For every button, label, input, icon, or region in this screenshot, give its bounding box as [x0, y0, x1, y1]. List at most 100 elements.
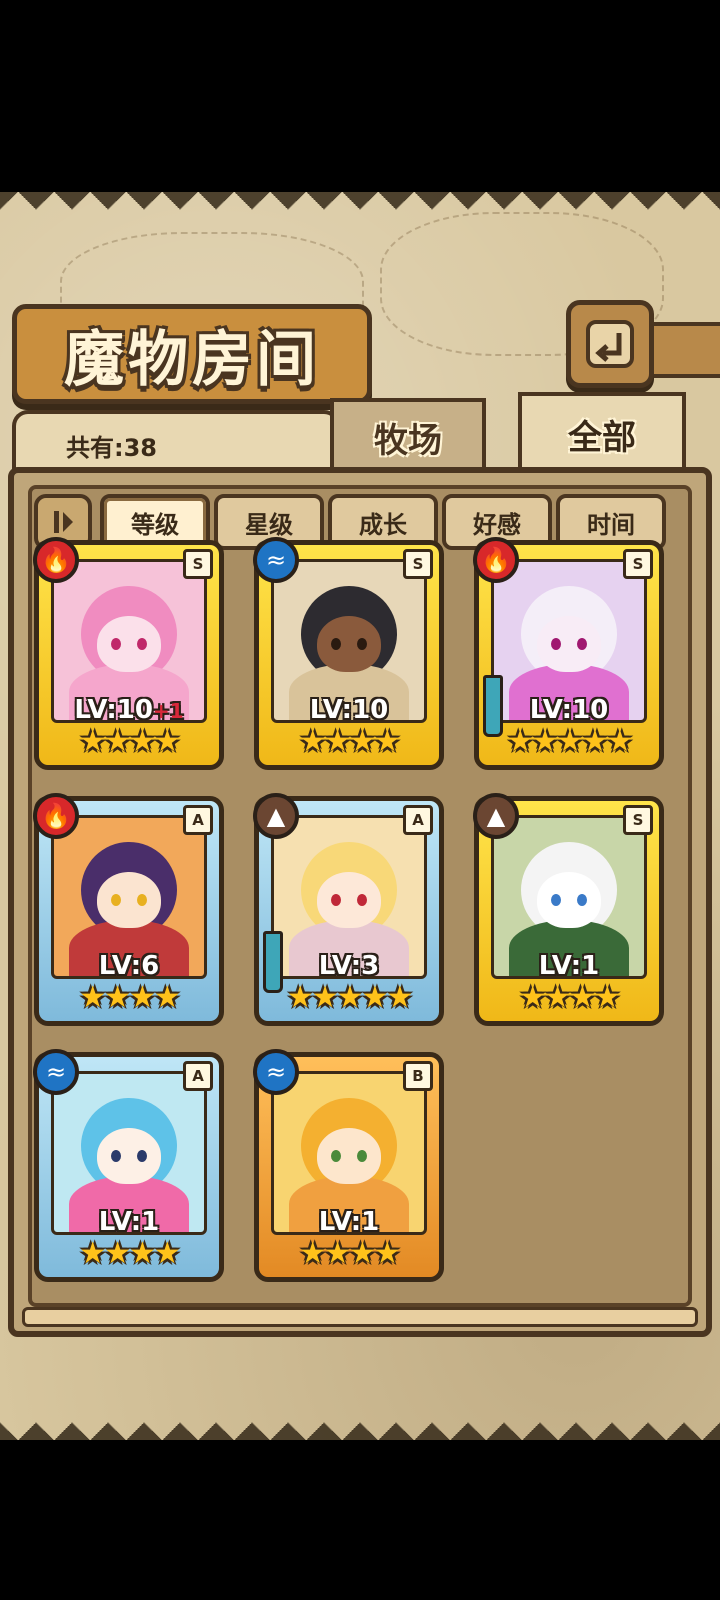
- star-icon: ★: [373, 724, 401, 759]
- monster-level: LV:6: [39, 951, 219, 981]
- monster-eye: [331, 1150, 341, 1162]
- rank-badge: S: [623, 805, 653, 835]
- monster-level: LV:1: [259, 1207, 439, 1237]
- star-icon: ★: [153, 724, 181, 759]
- back-arrow-icon: [586, 320, 634, 368]
- star-icon: ★: [324, 1236, 351, 1271]
- monster-eye: [137, 894, 147, 906]
- title-plate: 魔物房间: [12, 304, 372, 404]
- tab-all[interactable]: 全部: [518, 392, 686, 472]
- star-icon: ★: [79, 1236, 106, 1271]
- star-icon: ★: [606, 724, 633, 759]
- level-text: LV:10: [309, 695, 389, 725]
- monster-card[interactable]: A ▲ LV:3 ★★★★★: [253, 793, 444, 1026]
- tab-pasture[interactable]: 牧场: [330, 398, 486, 472]
- star-icon: ★: [286, 980, 314, 1015]
- monster-level: LV:3: [259, 951, 439, 981]
- level-text: LV:10: [529, 695, 609, 725]
- star-icon: ★: [349, 1236, 376, 1271]
- monster-eye: [551, 894, 561, 906]
- rank-badge: A: [403, 805, 433, 835]
- star-rating: ★★★★: [39, 724, 219, 759]
- star-icon: ★: [373, 1236, 401, 1271]
- rank-badge: S: [183, 549, 213, 579]
- sort-label: 好感: [473, 510, 521, 539]
- monster-eye: [577, 638, 587, 650]
- star-icon: ★: [129, 1236, 156, 1271]
- mountain-icon: ▲: [253, 793, 299, 839]
- monster-card[interactable]: S 🔥 LV:10+1 ★★★★: [33, 537, 224, 770]
- star-icon: ★: [519, 980, 546, 1015]
- water-waves-icon: ≈: [253, 537, 299, 583]
- fire-icon: 🔥: [473, 537, 519, 583]
- water-waves-icon: ≈: [253, 1049, 299, 1095]
- star-rating: ★★★★: [39, 1236, 219, 1271]
- monster-eye: [111, 1150, 121, 1162]
- level-text: LV:1: [538, 951, 600, 981]
- sort-label: 星级: [245, 510, 293, 539]
- rank-badge: A: [183, 805, 213, 835]
- tab-label: 全部: [568, 417, 636, 458]
- star-icon: ★: [129, 724, 156, 759]
- level-text: LV:6: [98, 951, 160, 981]
- total-count-bar: 共有:38: [12, 410, 340, 472]
- monster-face: [317, 616, 381, 672]
- star-icon: ★: [581, 724, 608, 759]
- rank-badge: B: [403, 1061, 433, 1091]
- monster-card[interactable]: A ≈ LV:1 ★★★★: [33, 1049, 224, 1282]
- total-count: 共有:38: [66, 434, 157, 462]
- monster-face: [317, 872, 381, 928]
- monster-level: LV:10: [479, 695, 659, 725]
- level-text: LV:1: [318, 1207, 380, 1237]
- monster-face: [97, 1128, 161, 1184]
- star-rating: ★★★★★: [479, 724, 659, 759]
- fire-icon: 🔥: [33, 793, 79, 839]
- sort-label: 等级: [131, 510, 179, 539]
- back-button[interactable]: [566, 300, 654, 388]
- star-icon: ★: [506, 724, 534, 759]
- rank-badge: S: [623, 549, 653, 579]
- sort-order-icon: [54, 511, 73, 533]
- monster-room-screen: 魔物房间 共有:38 牧场 全部 等级 星级 成长 好感 时间 S 🔥 LV:1…: [0, 192, 720, 1440]
- star-icon: ★: [569, 980, 596, 1015]
- star-icon: ★: [349, 724, 376, 759]
- monster-eye: [577, 894, 587, 906]
- monster-eye: [137, 638, 147, 650]
- monster-card[interactable]: S ≈ LV:10 ★★★★: [253, 537, 444, 770]
- star-icon: ★: [129, 980, 156, 1015]
- monster-level: LV:1: [39, 1207, 219, 1237]
- water-waves-icon: ≈: [33, 1049, 79, 1095]
- monster-eye: [357, 638, 367, 650]
- page-title: 魔物房间: [64, 324, 320, 395]
- monster-eye: [111, 894, 121, 906]
- monster-card[interactable]: A 🔥 LV:6 ★★★★: [33, 793, 224, 1026]
- monster-card[interactable]: S ▲ LV:1 ★★★★: [473, 793, 664, 1026]
- star-icon: ★: [324, 724, 351, 759]
- sort-label: 成长: [359, 510, 407, 539]
- star-icon: ★: [386, 980, 413, 1015]
- monster-face: [97, 872, 161, 928]
- monster-eye: [331, 638, 341, 650]
- monster-face: [537, 616, 601, 672]
- monster-eye: [357, 894, 367, 906]
- monster-face: [317, 1128, 381, 1184]
- star-icon: ★: [153, 980, 181, 1015]
- star-icon: ★: [531, 724, 559, 759]
- star-icon: ★: [336, 980, 364, 1015]
- star-icon: ★: [311, 980, 339, 1015]
- monster-card[interactable]: B ≈ LV:1 ★★★★: [253, 1049, 444, 1282]
- monster-face: [97, 616, 161, 672]
- star-icon: ★: [104, 1236, 131, 1271]
- mountain-icon: ▲: [473, 793, 519, 839]
- panel-bottom-rail: [22, 1307, 698, 1327]
- star-icon: ★: [79, 724, 106, 759]
- monster-eye: [111, 638, 121, 650]
- star-rating: ★★★★: [259, 724, 439, 759]
- monster-card[interactable]: S 🔥 LV:10 ★★★★★: [473, 537, 664, 770]
- star-icon: ★: [79, 980, 106, 1015]
- monster-eye: [357, 1150, 367, 1162]
- level-text: LV:10: [74, 695, 153, 725]
- level-text: LV:3: [318, 951, 380, 981]
- monster-level: LV:10+1: [39, 695, 219, 725]
- star-icon: ★: [299, 1236, 326, 1271]
